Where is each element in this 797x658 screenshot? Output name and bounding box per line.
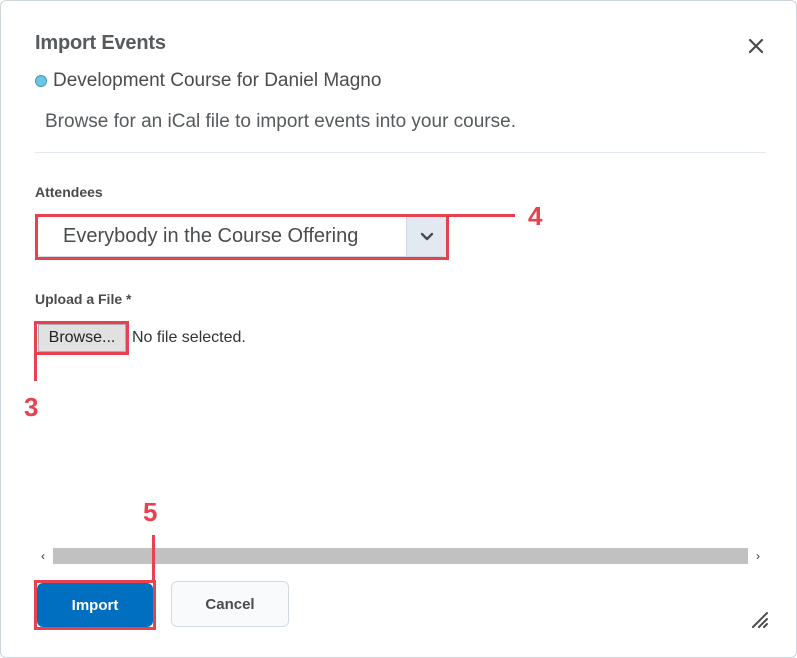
resize-handle-icon[interactable] (749, 609, 769, 629)
file-status-text: No file selected. (132, 329, 246, 346)
annotation-step-4: 4 (528, 201, 543, 231)
cancel-button[interactable]: Cancel (171, 581, 289, 627)
annotation-step-5: 5 (143, 497, 158, 527)
annotation-box-3 (34, 321, 129, 355)
course-name: Development Course for Daniel Magno (53, 70, 382, 91)
scrollbar-thumb[interactable] (53, 548, 748, 564)
annotation-connector-4 (447, 214, 515, 217)
dialog-description: Browse for an iCal file to import events… (45, 111, 516, 132)
annotation-step-3: 3 (24, 392, 39, 422)
course-color-dot-icon (35, 75, 47, 87)
annotation-connector-3 (34, 353, 37, 381)
attendees-label: Attendees (35, 184, 103, 200)
annotation-box-5 (34, 580, 156, 630)
close-icon (748, 38, 764, 54)
chevron-left-icon[interactable]: ‹ (35, 548, 51, 564)
chevron-right-icon[interactable]: › (750, 548, 766, 564)
dialog-title: Import Events (35, 32, 166, 54)
import-events-dialog: Import Events Development Course for Dan… (0, 0, 797, 658)
horizontal-scrollbar[interactable]: ‹ › (35, 548, 766, 564)
upload-file-label: Upload a File * (35, 291, 132, 307)
annotation-box-4 (35, 214, 449, 260)
annotation-connector-5 (152, 535, 155, 582)
close-button[interactable] (745, 35, 767, 57)
divider (35, 152, 766, 153)
course-indicator: Development Course for Daniel Magno (35, 70, 381, 92)
